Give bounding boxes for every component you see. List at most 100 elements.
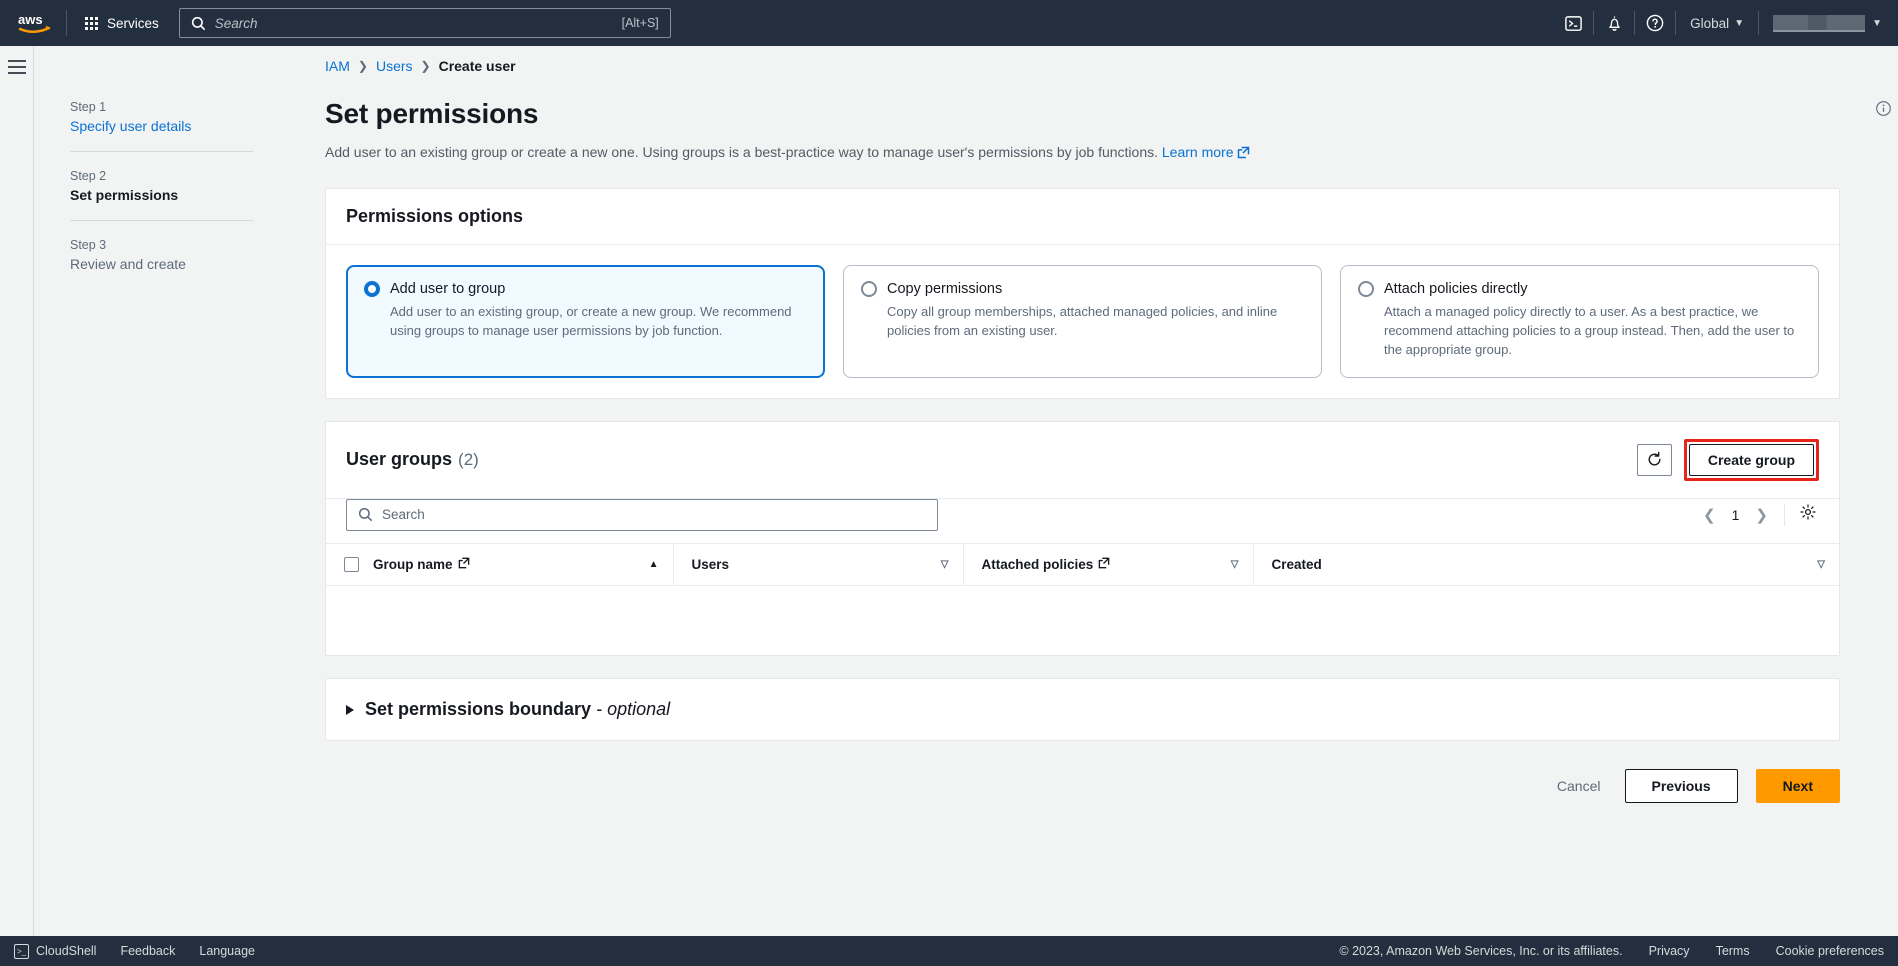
next-button[interactable]: Next [1755, 769, 1840, 804]
select-all-checkbox[interactable] [344, 556, 359, 572]
user-groups-search-input[interactable]: Search [346, 498, 938, 531]
region-selector[interactable]: Global ▼ [1676, 16, 1758, 31]
footer-terms-link[interactable]: Terms [1716, 944, 1750, 958]
select-all-header [326, 542, 373, 586]
permissions-options-tiles: Add user to group Add user to an existin… [346, 265, 1819, 378]
learn-more-link[interactable]: Learn more [1162, 144, 1251, 160]
breadcrumb-separator-icon: ❯ [420, 59, 431, 73]
footer-feedback-link[interactable]: Feedback [120, 944, 175, 958]
previous-button[interactable]: Previous [1624, 769, 1738, 804]
footer-cookie-preferences-link[interactable]: Cookie preferences [1776, 944, 1884, 958]
gear-icon[interactable] [1799, 503, 1817, 526]
search-input-placeholder: Search [214, 15, 258, 31]
breadcrumb: IAM ❯ Users ❯ Create user [325, 58, 516, 74]
option-title: Attach policies directly [1384, 281, 1528, 297]
cancel-button[interactable]: Cancel [1551, 770, 1607, 802]
option-header: Attach policies directly [1358, 281, 1801, 297]
next-page-icon[interactable]: ❯ [1753, 506, 1770, 524]
divider [70, 151, 253, 152]
top-navigation-bar: aws Services Search [Alt+S] Global ▼ ▼ [0, 0, 1898, 46]
option-description: Attach a managed policy directly to a us… [1384, 304, 1795, 357]
column-label: Created [1271, 556, 1322, 572]
permissions-boundary-title: Set permissions boundary [365, 699, 592, 720]
column-header-created[interactable]: Created ▽ [1252, 542, 1839, 586]
step-label[interactable]: Specify user details [70, 118, 253, 134]
aws-logo[interactable]: aws [14, 12, 56, 34]
step-number: Step 2 [70, 169, 107, 183]
footer-privacy-link[interactable]: Privacy [1649, 944, 1690, 958]
breadcrumb-separator-icon: ❯ [357, 59, 368, 73]
footer-copyright: © 2023, Amazon Web Services, Inc. or its… [1339, 944, 1623, 958]
table-head: Group name ▲ Users ▽ Attached policies ▽… [326, 542, 1839, 586]
chevron-right-icon [346, 704, 354, 715]
step-label: Review and create [70, 256, 186, 272]
nav-divider [66, 10, 67, 36]
permissions-options-header: Permissions options [326, 189, 1839, 245]
page-title: Set permissions [325, 98, 539, 129]
permissions-options-container: Permissions options Add user to group Ad… [325, 188, 1840, 399]
option-add-user-to-group[interactable]: Add user to group Add user to an existin… [346, 265, 825, 378]
option-attach-policies-directly[interactable]: Attach policies directly Attach a manage… [1340, 265, 1819, 378]
chevron-down-icon: ▼ [1872, 17, 1882, 29]
page-footer: >_ CloudShell Feedback Language © 2023, … [0, 936, 1898, 966]
table-empty-area [326, 585, 1839, 656]
user-groups-table: Group name ▲ Users ▽ Attached policies ▽… [326, 542, 1839, 656]
services-menu-button[interactable]: Services [77, 10, 167, 37]
footer-right-group: © 2023, Amazon Web Services, Inc. or its… [1339, 944, 1884, 958]
info-icon[interactable] [1875, 100, 1892, 122]
column-label: Users [691, 556, 730, 572]
footer-cloudshell-label: CloudShell [36, 944, 97, 958]
wizard-step-1[interactable]: Step 1 Specify user details [70, 100, 283, 134]
help-circle-icon[interactable] [1635, 0, 1675, 46]
permissions-options-body: Add user to group Add user to an existin… [326, 245, 1839, 398]
breadcrumb-item-iam[interactable]: IAM [325, 58, 350, 74]
refresh-icon[interactable] [1636, 443, 1672, 476]
search-icon [358, 507, 373, 522]
menu-toggle-icon[interactable] [7, 60, 26, 966]
previous-page-icon[interactable]: ❮ [1701, 506, 1718, 524]
user-groups-count: (2) [458, 449, 479, 469]
create-group-button[interactable]: Create group [1688, 443, 1814, 476]
breadcrumb-item-users[interactable]: Users [376, 58, 413, 74]
table-header-row: Group name ▲ Users ▽ Attached policies ▽… [326, 542, 1839, 586]
step-number: Step 1 [70, 100, 107, 114]
bell-icon[interactable] [1594, 0, 1634, 46]
external-link-icon [1237, 146, 1250, 162]
account-name-redacted [1773, 14, 1866, 32]
wizard-footer-actions: Cancel Previous Next [325, 763, 1840, 804]
footer-cloudshell-button[interactable]: >_ CloudShell [14, 943, 97, 959]
svg-text:aws: aws [18, 12, 43, 27]
external-link-icon [1098, 557, 1110, 572]
option-title: Add user to group [390, 281, 506, 297]
wizard-steps-sidebar: Step 1 Specify user details Step 2 Set p… [33, 46, 283, 966]
column-label: Group name [373, 556, 453, 572]
account-menu[interactable]: ▼ [1759, 14, 1888, 32]
user-groups-header: User groups (2) Create group [326, 421, 1839, 499]
page-description-text: Add user to an existing group or create … [325, 144, 1158, 160]
option-copy-permissions[interactable]: Copy permissions Copy all group membersh… [843, 265, 1322, 378]
services-label: Services [107, 15, 159, 31]
wizard-step-2: Step 2 Set permissions [70, 169, 283, 203]
global-search-box[interactable]: Search [Alt+S] [178, 8, 671, 38]
wizard-step-3: Step 3 Review and create [70, 238, 283, 272]
column-header-attached-policies[interactable]: Attached policies ▽ [962, 542, 1253, 586]
grid-icon [85, 16, 98, 30]
radio-attach-policies-directly[interactable] [1358, 281, 1374, 297]
create-group-highlight: Create group [1683, 438, 1819, 481]
permissions-options-heading: Permissions options [346, 206, 524, 226]
radio-copy-permissions[interactable] [861, 281, 877, 297]
column-header-group-name[interactable]: Group name ▲ [373, 542, 673, 586]
permissions-boundary-heading: Set permissions boundary - optional [365, 699, 670, 720]
user-groups-container: User groups (2) Create group Search ❮ 1 … [325, 420, 1840, 657]
permissions-boundary-toggle[interactable]: Set permissions boundary - optional [326, 679, 1839, 740]
radio-add-user-to-group[interactable] [364, 281, 380, 297]
permissions-boundary-optional: - optional [596, 699, 671, 720]
column-header-users[interactable]: Users ▽ [672, 542, 963, 586]
breadcrumb-item-create-user: Create user [438, 58, 516, 74]
permissions-boundary-container[interactable]: Set permissions boundary - optional [325, 678, 1840, 742]
footer-language-link[interactable]: Language [199, 944, 255, 958]
footer-left-group: >_ CloudShell Feedback Language [14, 943, 255, 959]
page-number[interactable]: 1 [1732, 507, 1740, 523]
step-number: Step 3 [70, 238, 107, 252]
cloudshell-icon[interactable] [1553, 0, 1593, 46]
